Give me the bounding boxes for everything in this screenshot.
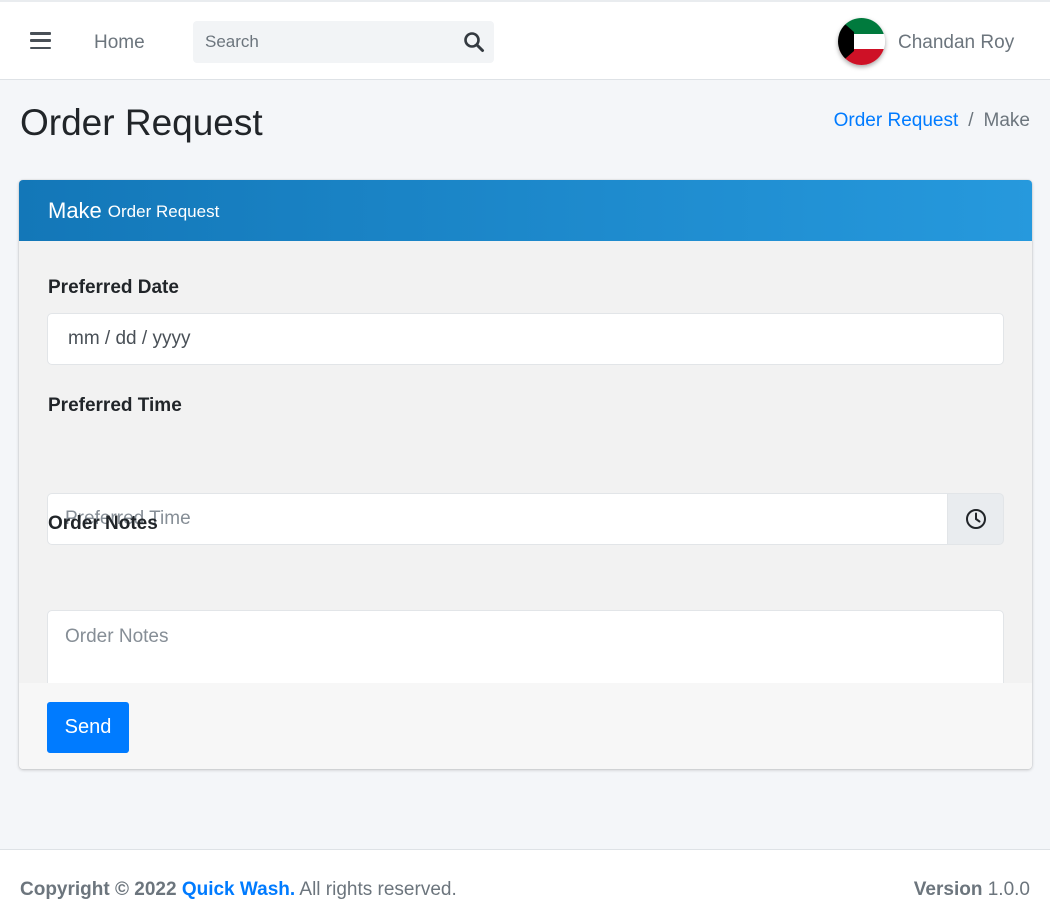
copyright-text: Copyright © 2022 Quick Wash. All rights … (20, 879, 457, 900)
card-title-sub: Order Request (107, 202, 220, 221)
order-notes-label: Order Notes (48, 513, 158, 534)
clock-icon[interactable] (947, 493, 1004, 545)
page-footer: Copyright © 2022 Quick Wash. All rights … (0, 849, 1050, 900)
order-request-card: Make Order Request Preferred Date Prefer… (19, 180, 1032, 769)
user-name[interactable]: Chandan Roy (898, 32, 1014, 54)
search-box (193, 21, 494, 63)
top-navbar: Home Chandan Roy (0, 0, 1050, 80)
nav-home-link[interactable]: Home (94, 32, 145, 54)
breadcrumb-order-request-link[interactable]: Order Request (834, 110, 959, 132)
preferred-date-label: Preferred Date (48, 277, 179, 298)
version-number: 1.0.0 (987, 879, 1030, 900)
card-title-main: Make (48, 197, 102, 223)
card-header: Make Order Request (19, 180, 1032, 241)
user-avatar[interactable] (838, 18, 885, 65)
preferred-time-input[interactable] (47, 493, 947, 545)
search-input[interactable] (193, 21, 443, 63)
preferred-date-input[interactable] (47, 313, 1004, 365)
page-title: Order Request (20, 102, 263, 143)
order-notes-textarea[interactable] (47, 610, 1004, 694)
card-footer: Send (19, 683, 1032, 769)
copyright-rights: All rights reserved. (299, 879, 457, 900)
breadcrumb-separator: / (968, 110, 974, 131)
copyright-prefix: Copyright © 2022 (20, 879, 177, 900)
brand-link[interactable]: Quick Wash. (182, 879, 295, 900)
breadcrumb: Order Request / Make (834, 110, 1030, 132)
preferred-time-label: Preferred Time (48, 395, 182, 416)
version-label: Version (913, 879, 983, 900)
hamburger-icon[interactable] (30, 32, 51, 49)
send-button[interactable]: Send (47, 702, 129, 753)
card-body: Preferred Date Preferred Time Order Note… (19, 241, 1032, 694)
version-text: Version 1.0.0 (914, 879, 1030, 900)
search-icon[interactable] (462, 30, 486, 54)
preferred-time-group (47, 493, 1004, 545)
breadcrumb-active-item: Make (983, 110, 1030, 131)
